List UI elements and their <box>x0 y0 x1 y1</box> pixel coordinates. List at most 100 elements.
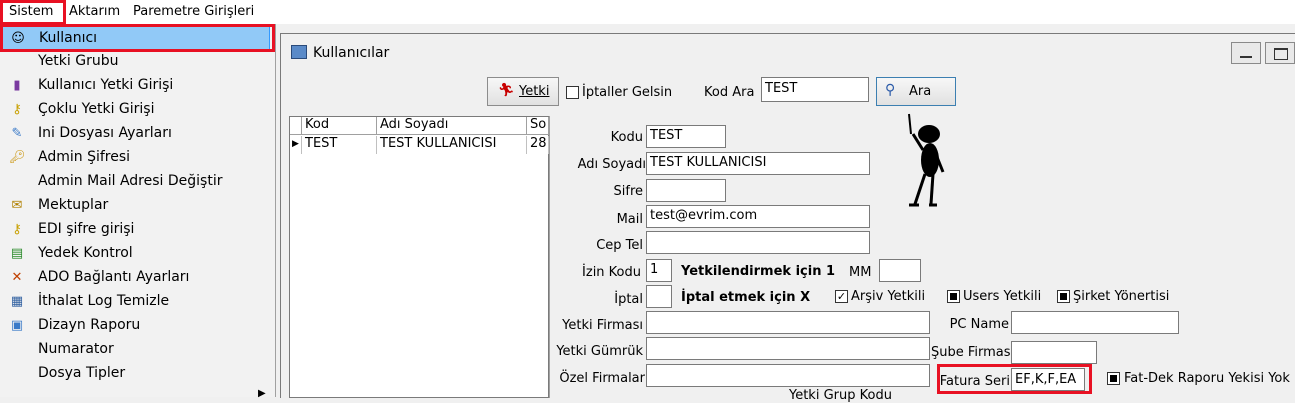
table-cell[interactable]: TEST KULLANICISI <box>377 136 527 154</box>
mm-input[interactable] <box>879 259 921 282</box>
arsiv-yetkili-label: Arşiv Yetkili <box>851 289 926 304</box>
bottle-icon: ▮ <box>13 78 21 93</box>
menu-aktarim[interactable]: Aktarım <box>69 4 120 19</box>
menu-item-ithalat-log-temizle[interactable]: ▦ İthalat Log Temizle <box>0 290 270 314</box>
menu-item-label: Mektuplar <box>38 197 109 213</box>
menu-item-label: Ini Dosyası Ayarları <box>38 125 172 141</box>
pc-name-label: PC Name <box>949 317 1009 332</box>
menu-item-coklu-yetki-girisi[interactable]: ⚷ Çoklu Yetki Girişi <box>0 98 270 122</box>
menu-sistem[interactable]: Sistem <box>9 4 53 19</box>
log-icon: ▦ <box>10 294 24 309</box>
menu-item-label: Kullanıcı Yetki Girişi <box>38 77 174 93</box>
keys-icon: ⚷ <box>12 102 22 117</box>
menu-item-edi-sifre-girisi[interactable]: ⚷ EDI şifre girişi <box>0 218 270 242</box>
menu-item-label: Yetki Grubu <box>38 53 119 69</box>
menu-item-mektuplar[interactable]: ✉ Mektuplar <box>0 194 270 218</box>
menu-item-numarator[interactable]: Numarator <box>0 338 270 362</box>
window-titlebar: Kullanıcılar <box>281 34 1295 74</box>
menu-bar: Sistem Aktarım Paremetre Girişleri <box>0 0 1295 24</box>
iptal-label: İptal <box>614 292 643 307</box>
fat-dek-raporu-label: Fat-Dek Raporu Yekisi Yok <box>1124 371 1290 386</box>
column-header-so[interactable]: So <box>527 117 549 135</box>
column-header-kod[interactable]: Kod <box>302 117 377 135</box>
fatura-seri-input[interactable]: EF,K,F,EA <box>1011 368 1085 391</box>
menu-item-label: Dizayn Raporu <box>38 317 141 333</box>
connection-icon: ✕ <box>11 270 23 285</box>
yetki-button-label: Yetki <box>519 84 550 99</box>
menu-item-label: Admin Mail Adresi Değiştir <box>38 173 223 189</box>
yetki-gumruk-input[interactable] <box>646 337 930 360</box>
fat-dek-raporu-checkbox[interactable] <box>1107 372 1120 385</box>
backup-icon: ▤ <box>10 246 24 261</box>
izin-kodu-hint: Yetkilendirmek için 1 <box>681 264 836 279</box>
window-title: Kullanıcılar <box>313 45 390 61</box>
menu-item-dosya-tipler[interactable]: Dosya Tipler <box>0 362 270 386</box>
menu-item-admin-mail-adresi[interactable]: Admin Mail Adresi Değiştir <box>0 170 270 194</box>
ozel-firmalar-input[interactable] <box>646 364 930 387</box>
users-yetkili-label: Users Yetkili <box>963 289 1042 304</box>
minimize-button[interactable] <box>1231 42 1261 64</box>
yetki-firmasi-input[interactable] <box>646 311 930 334</box>
pc-name-input[interactable] <box>1011 311 1179 334</box>
ara-button[interactable]: ⚲ Ara <box>876 77 956 106</box>
keys-icon: ⚷ <box>12 222 22 237</box>
ara-button-label: Ara <box>909 84 932 99</box>
menu-item-label: Kullanıcı <box>39 30 98 46</box>
sube-firmasi-label: Şube Firmas <box>931 345 1011 360</box>
menu-item-dizayn-raporu[interactable]: ▣ Dizayn Raporu <box>0 314 270 338</box>
menu-item-kullanici-yetki-girisi[interactable]: ▮ Kullanıcı Yetki Girişi <box>0 74 270 98</box>
column-header-adi-soyadi[interactable]: Adı Soyadı <box>377 117 527 135</box>
key-icon: 🔑︎ <box>9 150 26 165</box>
kodu-input[interactable]: TEST <box>646 125 726 148</box>
sirket-yonertisi-checkbox[interactable] <box>1057 290 1070 303</box>
yetki-gumruk-label: Yetki Gümrük <box>556 344 643 359</box>
ozel-firmalar-label: Özel Firmalar <box>559 371 645 386</box>
cep-tel-label: Cep Tel <box>596 238 643 253</box>
yetki-firmasi-label: Yetki Firması <box>562 318 643 333</box>
izin-kodu-input[interactable]: 1 <box>646 259 672 282</box>
window-icon <box>291 45 307 59</box>
iptal-input[interactable] <box>646 285 672 308</box>
menu-item-label: Numarator <box>38 341 114 357</box>
menu-item-label: Dosya Tipler <box>38 365 126 381</box>
kullanicilar-window: Kullanıcılar 🏃︎ Yetki İptaller Gelsin Ko… <box>280 33 1295 403</box>
settings-file-icon: ✎ <box>11 126 23 141</box>
grid-indicator-header <box>290 117 302 135</box>
menu-item-label: Çoklu Yetki Girişi <box>38 101 155 117</box>
izin-kodu-label: İzin Kodu <box>582 265 641 280</box>
mail-input[interactable]: test@evrim.com <box>646 205 870 228</box>
users-grid[interactable]: Kod Adı Soyadı So ▶ TEST TEST KULLANICIS… <box>289 116 549 398</box>
kodu-label: Kodu <box>610 130 643 145</box>
sifre-input[interactable] <box>646 179 726 202</box>
menu-item-kullanici[interactable]: ☺ Kullanıcı <box>0 26 270 50</box>
table-cell[interactable]: 28 <box>527 136 549 154</box>
minimize-icon <box>1240 56 1252 58</box>
menu-item-yetki-grubu[interactable]: Yetki Grubu <box>0 50 270 74</box>
sistem-dropdown-menu: ☺ Kullanıcı Yetki Grubu ▮ Kullanıcı Yetk… <box>0 24 276 399</box>
kod-ara-input[interactable]: TEST <box>761 77 869 102</box>
cep-tel-input[interactable] <box>646 231 870 254</box>
fatura-seri-label: Fatura Seri <box>939 374 1010 389</box>
restore-button[interactable] <box>1265 42 1295 64</box>
menu-item-ini-dosyasi-ayarlari[interactable]: ✎ Ini Dosyası Ayarları <box>0 122 270 146</box>
menu-item-ado-baglanti-ayarlari[interactable]: ✕ ADO Bağlantı Ayarları <box>0 266 270 290</box>
menu-paremetre-girisleri[interactable]: Paremetre Girişleri <box>133 4 254 19</box>
menu-item-label: EDI şifre girişi <box>38 221 135 237</box>
mail-icon: ✉ <box>11 198 23 213</box>
stick-figure-image <box>908 113 945 207</box>
report-icon: ▣ <box>10 318 24 333</box>
menu-item-yedek-kontrol[interactable]: ▤ Yedek Kontrol <box>0 242 270 266</box>
menu-item-admin-sifresi[interactable]: 🔑︎ Admin Şifresi <box>0 146 270 170</box>
menu-item-label: Admin Şifresi <box>38 149 131 165</box>
sube-firmasi-input[interactable] <box>1011 341 1097 364</box>
table-cell[interactable]: TEST <box>302 136 377 154</box>
menu-item-label: Yedek Kontrol <box>38 245 133 261</box>
iptaller-gelsin-checkbox[interactable] <box>566 86 579 99</box>
yetki-button[interactable]: 🏃︎ Yetki <box>487 77 559 106</box>
arsiv-yetkili-checkbox[interactable]: ✓ <box>835 290 848 303</box>
iptal-hint: İptal etmek için X <box>681 290 811 305</box>
iptaller-gelsin-label: İptaller Gelsin <box>582 85 673 100</box>
user-icon: ☺ <box>11 31 25 46</box>
users-yetkili-checkbox[interactable] <box>947 290 960 303</box>
adi-soyadi-input[interactable]: TEST KULLANICISI <box>646 152 870 175</box>
